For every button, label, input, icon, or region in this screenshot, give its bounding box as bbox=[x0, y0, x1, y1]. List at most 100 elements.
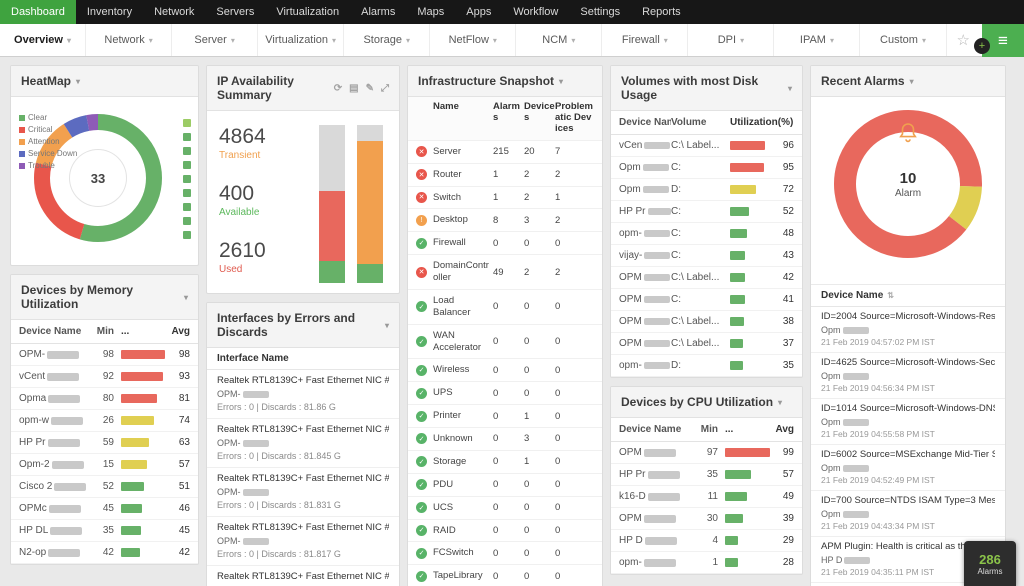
col-device-name[interactable]: Device Name bbox=[619, 424, 694, 435]
volumes-panel-header[interactable]: Volumes with most Disk Usage ▾ bbox=[611, 66, 802, 111]
tab-firewall[interactable]: Firewall ▾ bbox=[602, 24, 689, 56]
table-row[interactable]: Opm C: 95 bbox=[611, 157, 802, 179]
nav-item-inventory[interactable]: Inventory bbox=[76, 0, 143, 24]
table-row[interactable]: opm- 1 28 bbox=[611, 552, 802, 574]
cpu-panel-header[interactable]: Devices by CPU Utilization ▾ bbox=[611, 387, 802, 418]
interfaces-list-header[interactable]: Interface Name bbox=[207, 348, 399, 370]
interfaces-panel-header[interactable]: Interfaces by Errors and Discards ▾ bbox=[207, 303, 399, 348]
chevron-down-icon[interactable]: ▾ bbox=[788, 84, 792, 93]
ip-panel-header[interactable]: IP Availability Summary ⟳ ▤ ✎ ⤢ bbox=[207, 66, 399, 111]
tab-overview[interactable]: Overview ▾ bbox=[0, 24, 87, 56]
table-row[interactable]: ✓ TapeLibrary 0 0 0 bbox=[408, 565, 602, 586]
list-item[interactable]: ID=700 Source=NTDS ISAM Type=3 Message=N… bbox=[811, 491, 1005, 537]
list-item[interactable]: ID=1014 Source=Microsoft-Windows-DNS-Cli… bbox=[811, 399, 1005, 445]
table-row[interactable]: ✓ Printer 0 1 0 bbox=[408, 405, 602, 429]
table-row[interactable]: ✓ RAID 0 0 0 bbox=[408, 520, 602, 543]
list-item[interactable]: ID=4625 Source=Microsoft-Windows-Securit… bbox=[811, 353, 1005, 399]
table-row[interactable]: ✓ Unknown 0 3 0 bbox=[408, 428, 602, 451]
memory-panel-header[interactable]: Devices by Memory Utilization ▾ bbox=[11, 275, 198, 320]
nav-item-maps[interactable]: Maps bbox=[406, 0, 455, 24]
donut-chart-svg[interactable] bbox=[833, 109, 983, 259]
tab-ipam[interactable]: IPAM ▾ bbox=[774, 24, 861, 56]
table-row[interactable]: HP Pr 59 63 bbox=[11, 432, 198, 454]
table-row[interactable]: opm-w 26 74 bbox=[11, 410, 198, 432]
list-item[interactable]: ID=2004 Source=Microsoft-Windows-Resourc… bbox=[811, 307, 1005, 353]
table-row[interactable]: ✓ Load Balancer 0 0 0 bbox=[408, 290, 602, 325]
table-row[interactable]: ✕ DomainController 49 2 2 bbox=[408, 255, 602, 290]
col-name[interactable]: Name bbox=[433, 101, 493, 113]
list-item[interactable]: ID=6002 Source=MSExchange Mid-Tier Stora… bbox=[811, 445, 1005, 491]
tab-network[interactable]: Network ▾ bbox=[86, 24, 173, 56]
heatmap-cell[interactable] bbox=[183, 203, 191, 211]
table-row[interactable]: ✓ Wireless 0 0 0 bbox=[408, 359, 602, 383]
table-row[interactable]: ✓ PDU 0 0 0 bbox=[408, 474, 602, 497]
table-row[interactable]: HP DL 35 45 bbox=[11, 520, 198, 542]
tab-custom[interactable]: Custom ▾ bbox=[860, 24, 947, 56]
heatmap-cell[interactable] bbox=[183, 217, 191, 225]
table-row[interactable]: ! Desktop 8 3 2 bbox=[408, 209, 602, 233]
tab-virtualization[interactable]: Virtualization ▾ bbox=[258, 24, 345, 56]
col-device-name[interactable]: Device Name bbox=[19, 326, 90, 337]
table-row[interactable]: N2-op 42 42 bbox=[11, 542, 198, 564]
tab-netflow[interactable]: NetFlow ▾ bbox=[430, 24, 517, 56]
table-row[interactable]: ✓ UCS 0 0 0 bbox=[408, 497, 602, 520]
table-row[interactable]: OPM 30 39 bbox=[611, 508, 802, 530]
table-row[interactable]: Opma 80 81 bbox=[11, 388, 198, 410]
stacked-bar[interactable] bbox=[319, 125, 345, 283]
heatmap-cell[interactable] bbox=[183, 147, 191, 155]
edit-icon[interactable]: ✎ bbox=[366, 83, 374, 94]
add-widget-badge[interactable]: + bbox=[974, 37, 990, 54]
table-row[interactable]: vCent 92 93 bbox=[11, 366, 198, 388]
ip-availability-bar-chart[interactable] bbox=[319, 121, 387, 283]
table-row[interactable]: opm- D: 35 bbox=[611, 355, 802, 377]
heatmap-cell[interactable] bbox=[183, 189, 191, 197]
expand-icon[interactable]: ⤢ bbox=[381, 83, 389, 94]
table-row[interactable]: ✓ Storage 0 1 0 bbox=[408, 451, 602, 474]
table-row[interactable]: Opm-2 15 57 bbox=[11, 454, 198, 476]
infrastructure-panel-header[interactable]: Infrastructure Snapshot ▾ bbox=[408, 66, 602, 97]
col-min[interactable]: Min bbox=[90, 326, 114, 337]
nav-item-workflow[interactable]: Workflow bbox=[502, 0, 569, 24]
col-devices[interactable]: Devices bbox=[524, 101, 555, 124]
col-avg[interactable]: Avg bbox=[166, 326, 190, 337]
table-row[interactable]: Opm D: 72 bbox=[611, 179, 802, 201]
heatmap-cell[interactable] bbox=[183, 175, 191, 183]
table-row[interactable]: vCen C:\ Label... 96 bbox=[611, 135, 802, 157]
table-row[interactable]: HP Pr C: 52 bbox=[611, 201, 802, 223]
nav-item-dashboard[interactable]: Dashboard bbox=[0, 0, 76, 24]
table-row[interactable]: ✕ Server 215 20 7 bbox=[408, 141, 602, 164]
sort-icon[interactable]: ⇅ bbox=[887, 291, 894, 300]
nav-item-reports[interactable]: Reports bbox=[631, 0, 692, 24]
nav-item-apps[interactable]: Apps bbox=[455, 0, 502, 24]
tab-storage[interactable]: Storage ▾ bbox=[344, 24, 431, 56]
alarms-list-header[interactable]: Device Name ⇅ bbox=[811, 285, 1005, 307]
alarms-panel-header[interactable]: Recent Alarms ▾ bbox=[811, 66, 1005, 97]
col-utilization[interactable]: Utilization(%) bbox=[730, 117, 794, 128]
chevron-down-icon[interactable]: ▾ bbox=[76, 77, 80, 86]
nav-item-alarms[interactable]: Alarms bbox=[350, 0, 406, 24]
chevron-down-icon[interactable]: ▾ bbox=[559, 77, 563, 86]
table-row[interactable]: OPM C: 41 bbox=[611, 289, 802, 311]
table-row[interactable]: HP D 4 29 bbox=[611, 530, 802, 552]
chevron-down-icon[interactable]: ▾ bbox=[778, 398, 782, 407]
alarm-count-badge[interactable]: 286 Alarms bbox=[964, 541, 1016, 586]
heatmap-cell[interactable] bbox=[183, 133, 191, 141]
table-row[interactable]: OPM 97 99 bbox=[611, 442, 802, 464]
table-row[interactable]: Cisco 2 52 51 bbox=[11, 476, 198, 498]
table-row[interactable]: OPM- 98 98 bbox=[11, 344, 198, 366]
table-row[interactable]: HP Pr 35 57 bbox=[611, 464, 802, 486]
table-row[interactable]: opm- C: 48 bbox=[611, 223, 802, 245]
tab-ncm[interactable]: NCM ▾ bbox=[516, 24, 603, 56]
table-row[interactable]: ✓ WAN Accelerator 0 0 0 bbox=[408, 325, 602, 360]
heatmap-cell[interactable] bbox=[183, 231, 191, 239]
heatmap-panel-header[interactable]: HeatMap ▾ bbox=[11, 66, 198, 97]
table-row[interactable]: ✓ Firewall 0 0 0 bbox=[408, 232, 602, 256]
list-item[interactable]: Realtek RTL8139C+ Fast Ethernet NIC #3-N… bbox=[207, 370, 399, 419]
stacked-bar[interactable] bbox=[357, 125, 383, 283]
col-avg[interactable]: Avg bbox=[770, 424, 794, 435]
chevron-down-icon[interactable]: ▾ bbox=[184, 293, 188, 302]
chevron-down-icon[interactable]: ▾ bbox=[385, 321, 389, 330]
nav-item-servers[interactable]: Servers bbox=[205, 0, 265, 24]
table-row[interactable]: vijay- C: 43 bbox=[611, 245, 802, 267]
table-row[interactable]: OPM C:\ Label... 37 bbox=[611, 333, 802, 355]
